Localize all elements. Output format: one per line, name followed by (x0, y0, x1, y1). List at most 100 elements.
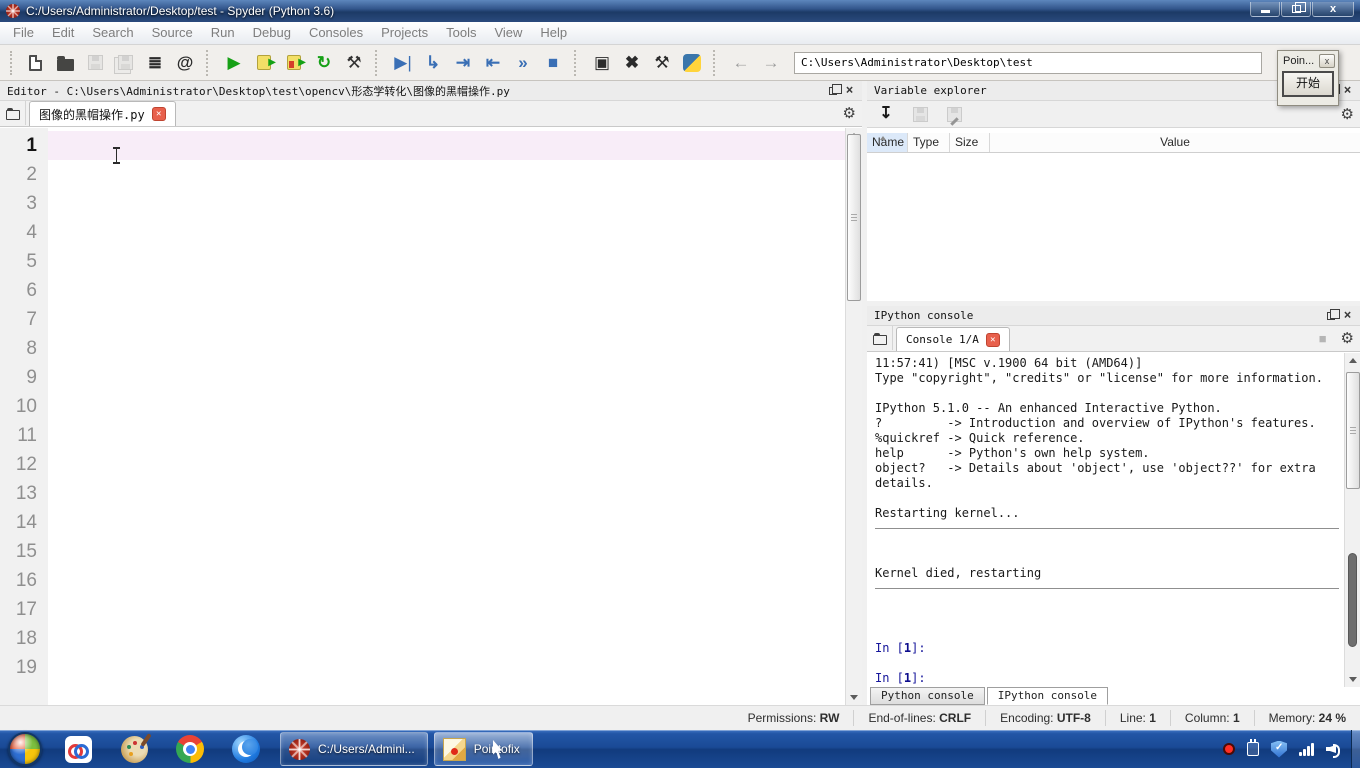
console-options-gear-icon[interactable]: ⚙ (1341, 329, 1354, 347)
scroll-down-arrow[interactable] (1345, 672, 1360, 687)
show-desktop-button[interactable] (1351, 730, 1360, 768)
bottom-tab-python-console[interactable]: Python console (870, 687, 985, 705)
editor-options-gear-icon[interactable]: ⚙ (843, 104, 856, 122)
save-icon[interactable] (80, 49, 110, 77)
editor-scrollbar[interactable] (845, 128, 862, 705)
stop-debug-icon[interactable]: ■ (538, 49, 568, 77)
column-header-value[interactable]: Value (990, 133, 1360, 152)
console-scrollbar[interactable] (1344, 353, 1360, 687)
menu-source[interactable]: Source (143, 22, 202, 44)
scroll-up-arrow[interactable] (1345, 353, 1360, 368)
restore-button[interactable] (1281, 2, 1311, 17)
taskbar-pinned-app-2[interactable] (106, 736, 162, 763)
column-header-size[interactable]: Size (950, 133, 990, 152)
forward-icon[interactable]: → (756, 49, 786, 77)
console-blank-line (875, 656, 1344, 671)
save-data-as-icon[interactable] (943, 100, 965, 128)
main-toolbar: ≣@▶↻⚒▶|↳⇥⇤»■▣✖⚒←→↑ (0, 45, 1360, 81)
step-return-icon[interactable]: ⇤ (478, 49, 508, 77)
menu-view[interactable]: View (485, 22, 531, 44)
taskbar-button-cusersadmini[interactable]: C:/Users/Admini... (280, 732, 428, 766)
menu-debug[interactable]: Debug (244, 22, 300, 44)
menu-projects[interactable]: Projects (372, 22, 437, 44)
menu-help[interactable]: Help (531, 22, 576, 44)
run-cell-icon[interactable] (249, 49, 279, 77)
record-tray-icon[interactable] (1223, 743, 1235, 755)
column-header-type[interactable]: Type (908, 133, 950, 152)
varexp-options-gear-icon[interactable]: ⚙ (1341, 105, 1354, 123)
editor-scrollbar-thumb[interactable] (847, 134, 861, 301)
close-button[interactable]: x (1312, 2, 1354, 17)
menu-edit[interactable]: Edit (43, 22, 83, 44)
run-cell-advance-icon[interactable] (279, 49, 309, 77)
continue-icon[interactable]: » (508, 49, 538, 77)
menu-search[interactable]: Search (83, 22, 142, 44)
symbol-finder-icon[interactable]: @ (170, 49, 200, 77)
run-current-line-icon[interactable]: ↳ (418, 49, 448, 77)
title-bar[interactable]: C:/Users/Administrator/Desktop/test - Sp… (0, 0, 1360, 22)
menu-file[interactable]: File (4, 22, 43, 44)
python-logo-icon[interactable] (677, 49, 707, 77)
console-inner-scrollbar-thumb[interactable] (1348, 553, 1357, 647)
editor-tab-label: 图像的黑帽操作.py (39, 106, 145, 123)
scroll-down-arrow[interactable] (846, 690, 862, 705)
run-configure-icon[interactable]: ⚒ (339, 49, 369, 77)
menu-run[interactable]: Run (202, 22, 244, 44)
editor-undock-button[interactable] (824, 83, 841, 98)
new-file-icon[interactable] (20, 49, 50, 77)
taskbar-pinned-app-4[interactable] (218, 735, 274, 763)
variable-explorer-pane: Variable explorer × ↧ ⚙ NameTypeSizeValu… (867, 81, 1360, 301)
network-tray-icon[interactable] (1299, 742, 1314, 756)
editor-code-area[interactable]: 12345678910111213141516171819 (0, 128, 862, 705)
pointofix-window[interactable]: Poin... x 开始 (1277, 50, 1339, 106)
console-tab-close-button[interactable]: ✕ (986, 333, 1000, 347)
varexp-close-pane-button[interactable]: × (1339, 83, 1356, 98)
console-output[interactable]: 11:57:41) [MSC v.1900 64 bit (AMD64)]Typ… (867, 353, 1344, 687)
console-browse-tabs-button[interactable] (867, 326, 893, 350)
preferences-icon[interactable]: ⚒ (647, 49, 677, 77)
console-tab[interactable]: Console 1/A ✕ (896, 327, 1010, 351)
taskbar-pinned-app-1[interactable] (50, 736, 106, 763)
outline-explorer-icon[interactable]: ≣ (140, 49, 170, 77)
maximize-pane-icon[interactable]: ▣ (587, 49, 617, 77)
editor-tab-close-button[interactable]: ✕ (152, 107, 166, 121)
console-line: IPython 5.1.0 -- An enhanced Interactive… (875, 401, 1344, 416)
volume-tray-icon[interactable] (1326, 742, 1341, 756)
menu-consoles[interactable]: Consoles (300, 22, 372, 44)
variable-table-body[interactable] (867, 153, 1360, 293)
console-undock-button[interactable] (1322, 308, 1339, 323)
line-number-1: 1 (0, 131, 48, 160)
rerun-icon[interactable]: ↻ (309, 49, 339, 77)
import-data-icon[interactable]: ↧ (875, 100, 897, 128)
editor-browse-tabs-button[interactable] (0, 101, 26, 125)
debug-icon[interactable]: ▶| (388, 49, 418, 77)
minimize-button[interactable] (1250, 2, 1280, 17)
undock-icon (829, 87, 837, 95)
editor-tab[interactable]: 图像的黑帽操作.py ✕ (29, 101, 176, 126)
taskbar-pinned-app-3[interactable] (162, 735, 218, 763)
pointofix-start-button[interactable]: 开始 (1283, 72, 1333, 96)
console-scrollbar-thumb[interactable] (1346, 372, 1360, 489)
pointofix-close-button[interactable]: x (1319, 54, 1335, 68)
bottom-tab-ipython-console[interactable]: IPython console (987, 687, 1108, 705)
back-icon[interactable]: ← (726, 49, 756, 77)
variable-table-header: NameTypeSizeValue (867, 133, 1360, 153)
security-shield-tray-icon[interactable] (1271, 741, 1287, 758)
start-button[interactable] (8, 732, 42, 766)
step-into-icon[interactable]: ⇥ (448, 49, 478, 77)
save-data-icon[interactable] (909, 100, 931, 128)
interrupt-kernel-icon[interactable]: ■ (1319, 331, 1327, 346)
column-header-name[interactable]: Name (867, 133, 908, 152)
taskbar-button-pointofix[interactable]: Pointofix (434, 732, 533, 766)
editor-close-pane-button[interactable]: × (841, 83, 858, 98)
working-directory-input[interactable] (794, 52, 1262, 74)
plug-tray-icon[interactable] (1247, 742, 1259, 756)
save-all-icon[interactable] (110, 49, 140, 77)
run-icon[interactable]: ▶ (219, 49, 249, 77)
open-file-icon[interactable] (50, 49, 80, 77)
console-close-pane-button[interactable]: × (1339, 308, 1356, 323)
toolbar-handle[interactable] (10, 51, 14, 75)
menu-tools[interactable]: Tools (437, 22, 485, 44)
right-column: Variable explorer × ↧ ⚙ NameTypeSizeValu… (867, 81, 1360, 705)
fullscreen-icon[interactable]: ✖ (617, 49, 647, 77)
